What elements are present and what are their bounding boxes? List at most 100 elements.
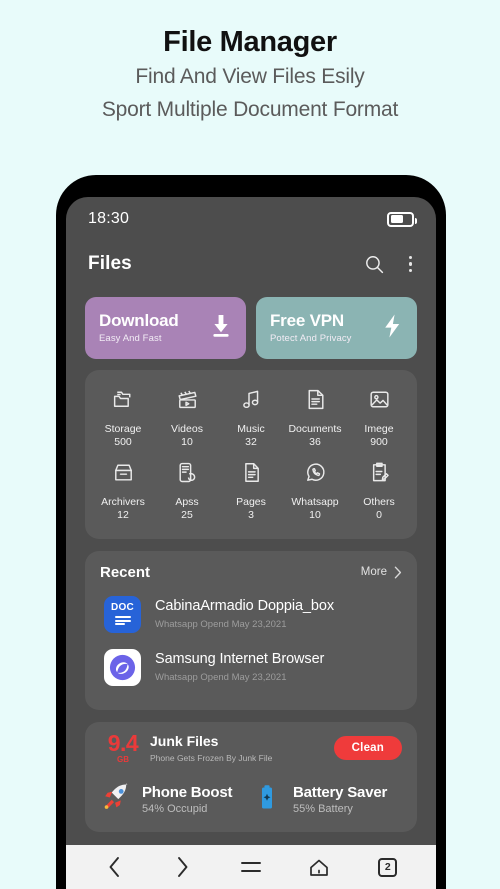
hamburger-menu-icon [241, 862, 261, 872]
app-bar-actions [364, 254, 415, 275]
phone-boost-title: Phone Boost [142, 784, 233, 802]
page-icon [239, 460, 264, 496]
junk-text: Junk Files Phone Gets Frozen By Junk Fil… [146, 733, 334, 763]
category-label: Documents [288, 423, 342, 435]
junk-size: 9.4 GB [100, 729, 146, 764]
music-note-icon [239, 387, 264, 423]
vpn-promo-title: Free VPN [270, 311, 344, 331]
status-clock: 18:30 [88, 210, 130, 227]
vpn-promo-text: Free VPN Potect And Privacy [270, 311, 352, 344]
promo-header: File Manager Find And View Files Esily S… [0, 0, 500, 124]
list-item[interactable]: DOC CabinaArmadio Doppia_box Whatsapp Op… [100, 588, 402, 641]
category-count: 0 [376, 509, 382, 522]
apps-icon [175, 460, 200, 496]
chevron-right-icon [178, 857, 188, 877]
category-apps[interactable]: Apss 25 [155, 455, 219, 528]
category-music[interactable]: Music 32 [219, 382, 283, 455]
download-promo-text: Download Easy And Fast [99, 311, 179, 344]
category-storage[interactable]: Storage 500 [91, 382, 155, 455]
app-title: Files [88, 253, 132, 274]
category-pages[interactable]: Pages 3 [219, 455, 283, 528]
rocket-icon [100, 781, 132, 818]
junk-files-row: 9.4 GB Junk Files Phone Gets Frozen By J… [100, 729, 402, 764]
category-archivers[interactable]: Archivers 12 [91, 455, 155, 528]
phone-screen: 18:30 Files Download Easy And Fast Free … [66, 197, 436, 889]
battery-saver-text: Battery Saver 55% Battery [293, 784, 387, 815]
promo-subtitle-line2: Sport Multiple Document Format [101, 97, 399, 121]
category-count: 500 [114, 436, 132, 449]
recent-more-button[interactable]: More [361, 566, 402, 579]
page-title: File Manager [163, 26, 337, 58]
download-promo-subtitle: Easy And Fast [99, 332, 162, 344]
app-bar: Files [66, 241, 436, 287]
list-item-text: CabinaArmadio Doppia_box Whatsapp Opend … [155, 598, 334, 629]
category-count: 12 [117, 509, 129, 522]
recent-more-label: More [360, 566, 387, 578]
tabs-button[interactable]: 2 [368, 852, 408, 882]
recent-panel: Recent More DOC CabinaArmadio Doppia_box… [85, 550, 417, 710]
phone-boost-tool[interactable]: Phone Boost 54% Occupid [100, 781, 251, 818]
category-count: 32 [245, 436, 257, 449]
doc-file-icon-lines [114, 615, 131, 626]
battery-charge-icon [251, 781, 283, 818]
junk-title: Junk Files [150, 733, 219, 750]
clapperboard-icon [175, 387, 200, 423]
overflow-menu-icon[interactable] [407, 254, 415, 275]
tabs-count-badge: 2 [378, 857, 398, 877]
category-others[interactable]: Others 0 [347, 455, 411, 528]
category-whatsapp[interactable]: Whatsapp 10 [283, 455, 347, 528]
list-item-meta: Whatsapp Opend May 23,2021 [155, 618, 287, 630]
category-count: 10 [309, 509, 321, 522]
category-image[interactable]: Imege 900 [347, 382, 411, 455]
battery-icon [387, 211, 417, 227]
bottom-navigation-bar: 2 [66, 845, 436, 889]
phone-boost-subtitle: 54% Occupid [142, 803, 208, 816]
download-promo-card[interactable]: Download Easy And Fast [85, 297, 246, 359]
back-button[interactable] [94, 852, 134, 882]
folders-icon [111, 387, 136, 423]
recent-header: Recent More [100, 564, 402, 581]
forward-button[interactable] [163, 852, 203, 882]
vpn-promo-card[interactable]: Free VPN Potect And Privacy [256, 297, 417, 359]
junk-size-value: 9.4 [107, 729, 139, 756]
lightning-bolt-icon [380, 313, 404, 344]
category-row-2: Archivers 12 Apss 25 Pages 3 Whatsapp 10… [91, 455, 411, 528]
image-icon [367, 387, 392, 423]
clipboard-edit-icon [367, 460, 392, 496]
phone-mockup: 18:30 Files Download Easy And Fast Free … [56, 175, 446, 889]
home-button[interactable] [299, 852, 339, 882]
category-label: Music [237, 423, 265, 435]
category-count: 10 [181, 436, 193, 449]
category-label: Storage [104, 423, 142, 435]
home-icon [310, 859, 329, 876]
category-videos[interactable]: Videos 10 [155, 382, 219, 455]
category-row-1: Storage 500 Videos 10 Music 32 Documents… [91, 382, 411, 455]
junk-subtitle: Phone Gets Frozen By Junk File [150, 752, 273, 763]
samsung-internet-icon [104, 648, 141, 686]
category-documents[interactable]: Documents 36 [283, 382, 347, 455]
doc-file-icon-label: DOC [110, 601, 135, 613]
category-label: Others [363, 496, 395, 509]
tools-row: Phone Boost 54% Occupid Battery Saver 55… [100, 781, 402, 818]
category-count: 36 [309, 436, 321, 449]
chevron-left-icon [109, 857, 119, 877]
battery-saver-subtitle: 55% Battery [293, 803, 353, 816]
clean-button[interactable]: Clean [333, 736, 402, 761]
battery-fill [390, 215, 403, 223]
junk-files-panel: 9.4 GB Junk Files Phone Gets Frozen By J… [85, 721, 417, 833]
search-icon[interactable] [364, 254, 385, 275]
list-item[interactable]: Samsung Internet Browser Whatsapp Opend … [100, 641, 402, 694]
promo-subtitle-line1: Find And View Files Esily [135, 65, 365, 89]
document-icon [303, 387, 328, 423]
chevron-right-icon [394, 566, 402, 578]
list-item-meta: Whatsapp Opend May 23,2021 [155, 671, 287, 683]
recent-title: Recent [100, 563, 151, 581]
promo-page: File Manager Find And View Files Esily S… [0, 0, 500, 889]
vpn-promo-subtitle: Potect And Privacy [270, 332, 352, 344]
download-promo-title: Download [99, 311, 179, 331]
battery-saver-title: Battery Saver [293, 784, 388, 802]
menu-button[interactable] [231, 852, 271, 882]
battery-saver-tool[interactable]: Battery Saver 55% Battery [251, 781, 402, 818]
list-item-text: Samsung Internet Browser Whatsapp Opend … [155, 651, 324, 682]
phone-boost-text: Phone Boost 54% Occupid [142, 784, 233, 816]
